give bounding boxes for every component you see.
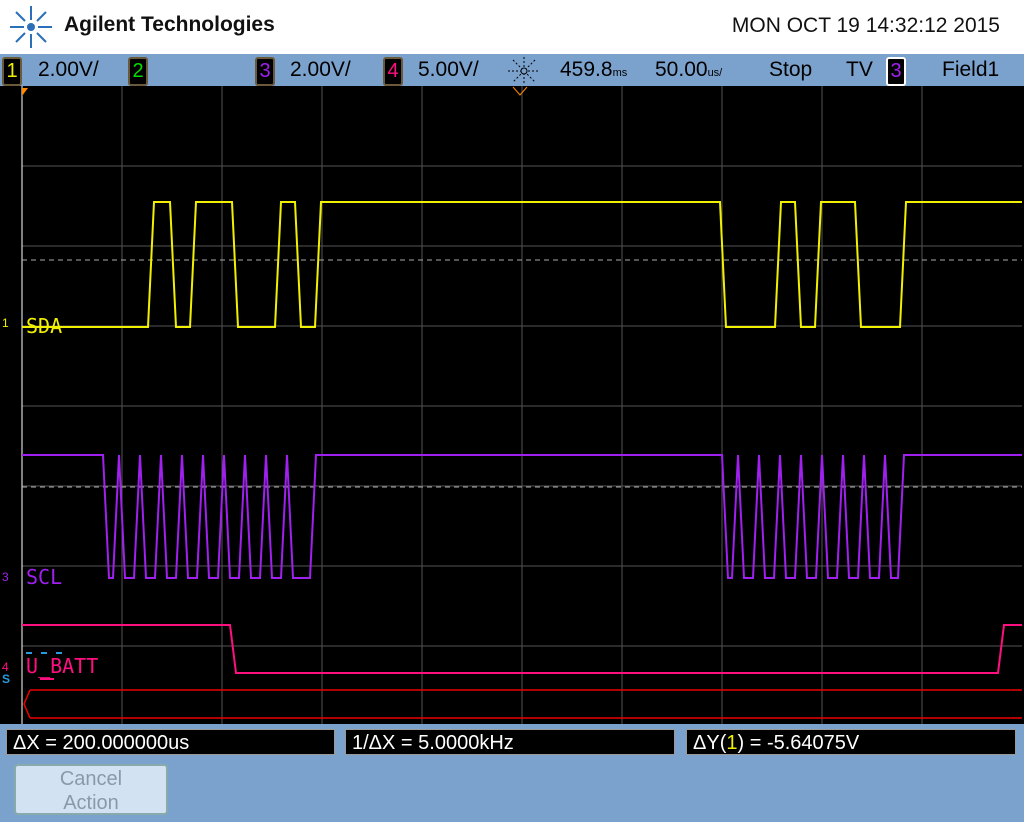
datetime: MON OCT 19 14:32:12 2015 — [731, 14, 1000, 37]
trigger-delay-icon — [508, 57, 540, 85]
cancel-action-button[interactable]: Cancel Action — [14, 764, 168, 815]
ch3-badge[interactable]: 3 — [255, 57, 275, 86]
ch3-ground-marker[interactable]: 3 — [2, 570, 9, 584]
sda-label: SDA — [26, 314, 63, 338]
trigger-position-marker-icon — [512, 86, 528, 96]
trigger-source-badge[interactable]: 3 — [886, 57, 906, 86]
ch1-scale[interactable]: 2.00V/ — [38, 58, 99, 82]
trigger-mode[interactable]: Field1 — [942, 58, 999, 82]
delay-value[interactable]: 459.8ms — [560, 58, 627, 82]
ch4-scale[interactable]: 5.00V/ — [418, 58, 479, 82]
scl-label: SCL — [26, 565, 63, 589]
ch1-badge[interactable]: 1 — [2, 57, 22, 86]
inverse-delta-x-readout: 1/ΔX = 5.0000kHz — [345, 729, 675, 755]
agilent-logo-icon — [10, 6, 52, 48]
timebase-value[interactable]: 50.00us/ — [655, 58, 722, 82]
delta-y-readout: ΔY(1) = -5.64075V — [686, 729, 1016, 755]
run-state: Stop — [769, 58, 813, 81]
waveform-display[interactable]: 1 SDA 3 SCL 4 S U_BATT — [0, 86, 1024, 724]
ch2-badge[interactable]: 2 — [128, 57, 148, 86]
waveform-canvas — [21, 86, 1022, 724]
ch1-ground-marker[interactable]: 1 — [2, 316, 9, 330]
delta-x-readout: ΔX = 200.000000us — [6, 729, 335, 755]
brand-name: Agilent Technologies — [64, 13, 275, 36]
ch3-scale[interactable]: 2.00V/ — [290, 58, 351, 82]
trigger-type[interactable]: TV — [846, 58, 873, 82]
status-bar: 1 2.00V/ 2 3 2.00V/ 4 5.00V/ 459.8ms 50.… — [0, 54, 1024, 86]
serial-bus-marker[interactable]: S — [2, 672, 10, 686]
ubatt-label: U_BATT — [26, 654, 99, 678]
time-ref-marker-icon — [22, 88, 28, 96]
graticule — [22, 86, 1022, 724]
header: Agilent Technologies MON OCT 19 14:32:12… — [0, 0, 1024, 54]
serial-decode-lane — [23, 689, 1022, 719]
ch4-badge[interactable]: 4 — [383, 57, 403, 86]
